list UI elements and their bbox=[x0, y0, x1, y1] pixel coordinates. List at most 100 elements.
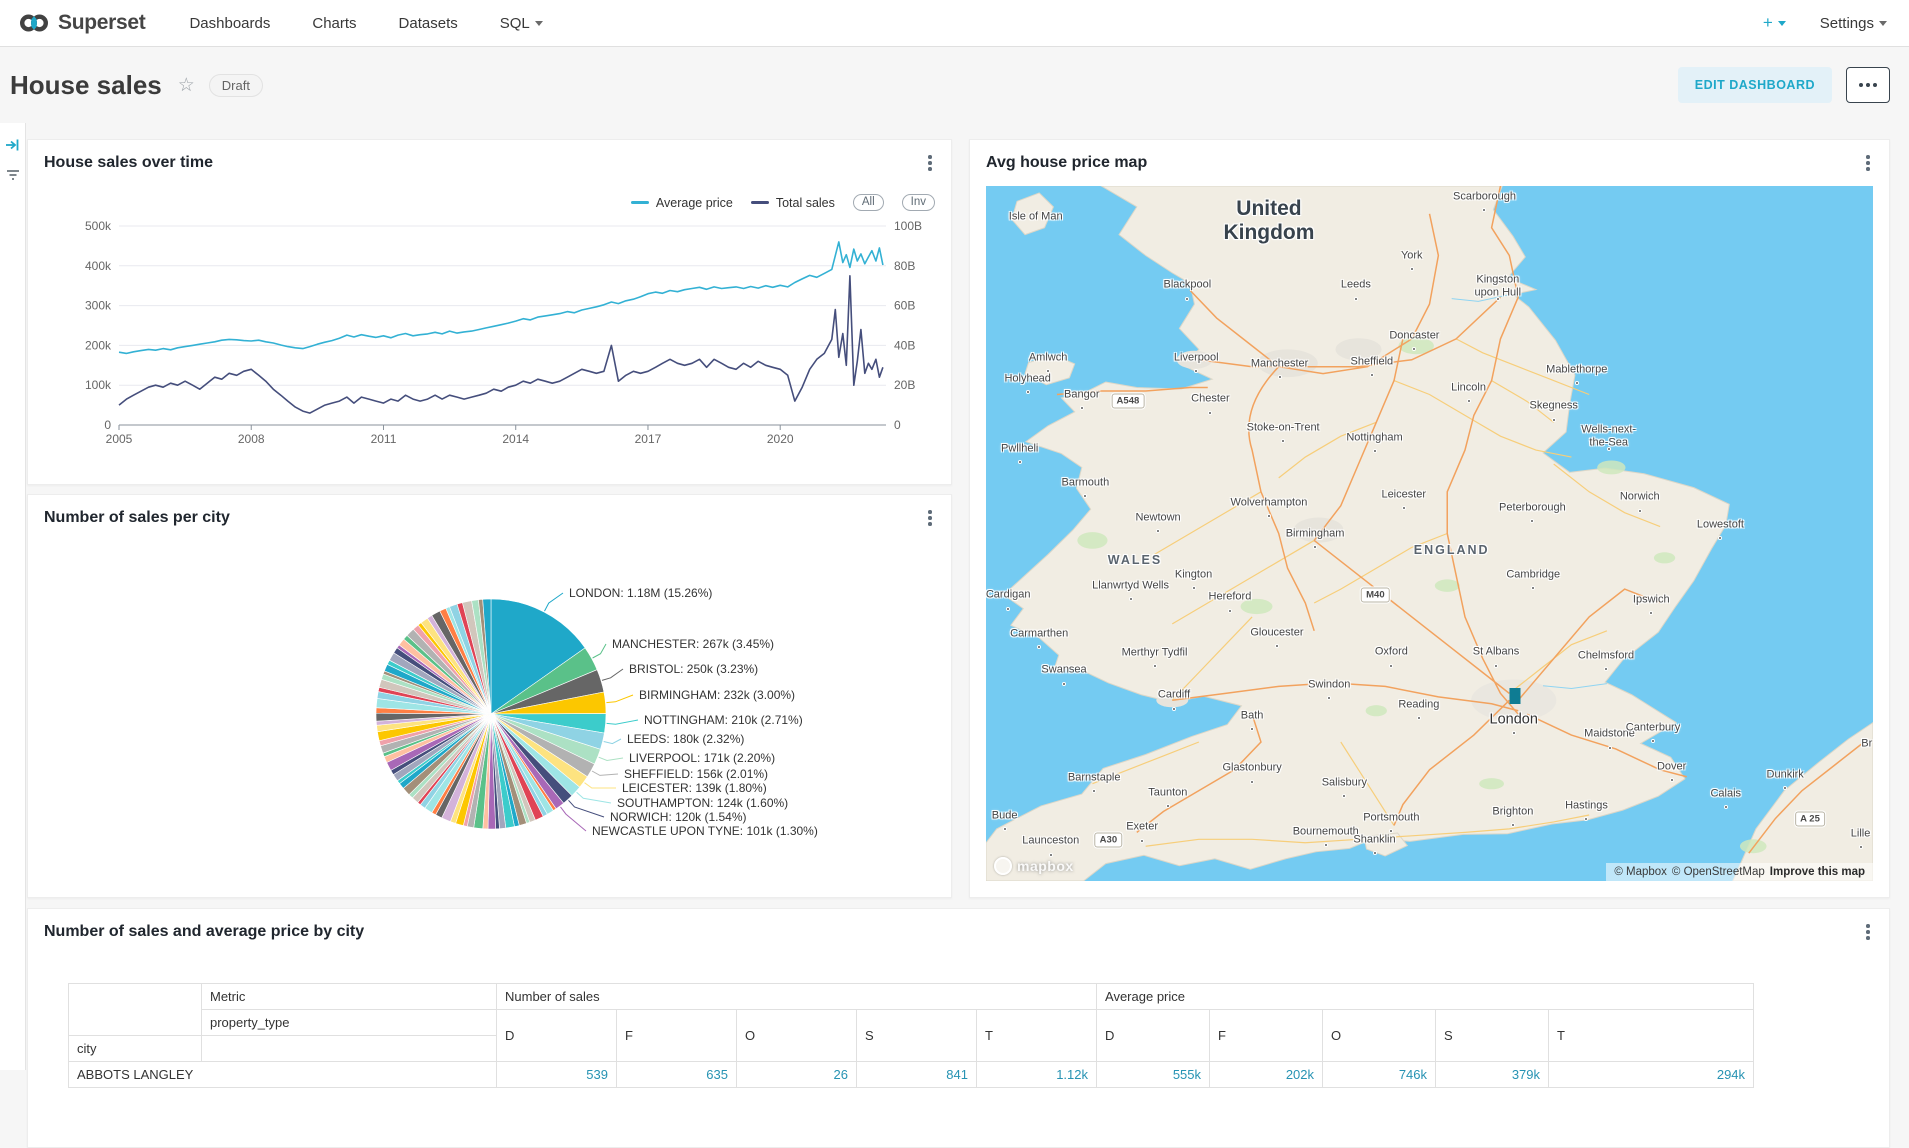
y-axis-left-label: 300k bbox=[85, 299, 112, 313]
property-type-col-header: F bbox=[617, 1010, 737, 1062]
pie-label: LIVERPOOL: 171k (2.20%) bbox=[629, 751, 775, 765]
nav-item-charts[interactable]: Charts bbox=[312, 15, 356, 32]
pie-label: BIRMINGHAM: 232k (3.00%) bbox=[639, 688, 795, 702]
map-city-dot bbox=[1140, 839, 1144, 843]
chart-title: Avg house price map bbox=[986, 154, 1147, 172]
new-item-menu[interactable]: + bbox=[1763, 13, 1786, 33]
map-city-dot bbox=[1313, 545, 1317, 549]
brand-name: Superset bbox=[58, 11, 145, 35]
map-city-dot bbox=[1467, 399, 1471, 403]
mapbox-map[interactable]: United KingdomIsle of ManScarboroughYork… bbox=[986, 186, 1873, 881]
pie-label-line bbox=[606, 695, 633, 703]
map-city-dot bbox=[1670, 778, 1674, 782]
road-badge-m40: M40 bbox=[1361, 588, 1389, 603]
value-cell: 539 bbox=[497, 1062, 617, 1088]
map-city-dot bbox=[1092, 789, 1096, 793]
property-type-col-header: F bbox=[1210, 1010, 1323, 1062]
status-badge: Draft bbox=[209, 74, 263, 97]
mapbox-logo-icon bbox=[994, 857, 1012, 875]
superset-logo[interactable]: Superset bbox=[18, 8, 145, 38]
value-cell: 635 bbox=[617, 1062, 737, 1088]
nav-item-sql[interactable]: SQL bbox=[500, 15, 543, 32]
value-cell: 294k bbox=[1549, 1062, 1754, 1088]
favorite-star-icon[interactable]: ☆ bbox=[178, 74, 195, 97]
map-city-dot bbox=[1156, 529, 1160, 533]
map-city-dot bbox=[1575, 381, 1579, 385]
property-type-header: property_type bbox=[202, 1010, 497, 1036]
series-line-average-price[interactable] bbox=[119, 242, 883, 354]
property-type-col-header: S bbox=[1436, 1010, 1549, 1062]
series-line-total-sales[interactable] bbox=[119, 276, 883, 413]
map-city-dot bbox=[1129, 597, 1133, 601]
map-city-dot bbox=[1172, 707, 1176, 711]
expand-filter-bar-icon[interactable] bbox=[5, 137, 21, 153]
pie-chart-canvas[interactable]: LONDON: 1.18M (15.26%)MANCHESTER: 267k (… bbox=[28, 495, 953, 899]
chart-menu-kebab-icon[interactable] bbox=[1861, 923, 1875, 941]
metric-header: Metric bbox=[202, 984, 497, 1010]
property-type-col-header: O bbox=[1323, 1010, 1436, 1062]
pie-label-line bbox=[569, 800, 605, 817]
chart-card-house-sales-over-time: House sales over time Average priceTotal… bbox=[27, 139, 952, 485]
map-city-dot bbox=[1046, 369, 1050, 373]
osm-attribution[interactable]: © OpenStreetMap bbox=[1672, 866, 1765, 878]
property-type-col-header: T bbox=[977, 1010, 1097, 1062]
map-city-dot bbox=[1208, 411, 1212, 415]
map-city-dot bbox=[1724, 805, 1728, 809]
pie-label: BRISTOL: 250k (3.23%) bbox=[629, 662, 758, 676]
pie-label: SOUTHAMPTON: 124k (1.60%) bbox=[617, 796, 788, 810]
map-city-dot bbox=[1018, 460, 1022, 464]
map-city-dot bbox=[1281, 439, 1285, 443]
dashboard-more-button[interactable] bbox=[1846, 67, 1890, 103]
map-city-dot bbox=[1185, 297, 1189, 301]
road-badge-a25: A 25 bbox=[1795, 812, 1825, 827]
settings-menu[interactable]: Settings bbox=[1820, 15, 1887, 32]
map-city-dot bbox=[1649, 611, 1653, 615]
value-cell: 202k bbox=[1210, 1062, 1323, 1088]
chart-card-sales-per-city: Number of sales per city LONDON: 1.18M (… bbox=[27, 494, 952, 898]
mapbox-attribution[interactable]: © Mapbox bbox=[1614, 866, 1667, 878]
map-city-dot bbox=[1410, 267, 1414, 271]
map-city-dot bbox=[1250, 780, 1254, 784]
map-city-dot bbox=[1389, 829, 1393, 833]
map-city-dot bbox=[1342, 794, 1346, 798]
y-axis-right-label: 60B bbox=[894, 299, 915, 313]
map-city-dot bbox=[1584, 817, 1588, 821]
property-type-col-header: O bbox=[737, 1010, 857, 1062]
property-type-col-header: D bbox=[497, 1010, 617, 1062]
map-city-dot bbox=[1373, 449, 1377, 453]
pie-label-line bbox=[545, 593, 564, 611]
pie-label-line bbox=[607, 720, 638, 724]
filter-icon[interactable] bbox=[5, 167, 21, 183]
map-data-marker-london[interactable] bbox=[1509, 688, 1520, 704]
nav-item-dashboards[interactable]: Dashboards bbox=[189, 15, 270, 32]
y-axis-left-label: 400k bbox=[85, 259, 112, 273]
y-axis-right-label: 20B bbox=[894, 378, 915, 392]
map-city-dot bbox=[1166, 804, 1170, 808]
mapbox-logo[interactable]: mapbox bbox=[994, 857, 1074, 875]
value-cell: 555k bbox=[1097, 1062, 1210, 1088]
x-axis-label: 2017 bbox=[635, 432, 662, 446]
chart-menu-kebab-icon[interactable] bbox=[1861, 154, 1875, 172]
property-type-col-header: S bbox=[857, 1010, 977, 1062]
pie-label-line bbox=[585, 783, 617, 788]
line-chart-canvas[interactable]: 00100k20B200k40B300k60B400k80B500k100B20… bbox=[28, 140, 953, 486]
pie-label-line bbox=[599, 757, 623, 760]
improve-map-link[interactable]: Improve this map bbox=[1770, 866, 1865, 878]
pie-label-line bbox=[604, 739, 621, 744]
map-city-dot bbox=[1511, 823, 1515, 827]
edit-dashboard-button[interactable]: EDIT DASHBOARD bbox=[1678, 67, 1832, 103]
nav-item-datasets[interactable]: Datasets bbox=[399, 15, 458, 32]
filter-bar-collapsed bbox=[0, 123, 26, 1070]
value-cell: 746k bbox=[1323, 1062, 1436, 1088]
y-axis-left-label: 200k bbox=[85, 338, 112, 352]
map-city-dot bbox=[1278, 375, 1282, 379]
map-city-dot bbox=[1608, 746, 1612, 750]
map-city-dot bbox=[1552, 418, 1556, 422]
map-city-dot bbox=[1080, 406, 1084, 410]
map-city-dot bbox=[1389, 664, 1393, 668]
map-city-dot bbox=[1482, 208, 1486, 212]
map-city-dot bbox=[1512, 731, 1516, 735]
map-city-dot bbox=[1083, 494, 1087, 498]
map-city-dot bbox=[1037, 645, 1041, 649]
chart-card-sales-avg-price-table: Number of sales and average price by cit… bbox=[27, 908, 1890, 1148]
